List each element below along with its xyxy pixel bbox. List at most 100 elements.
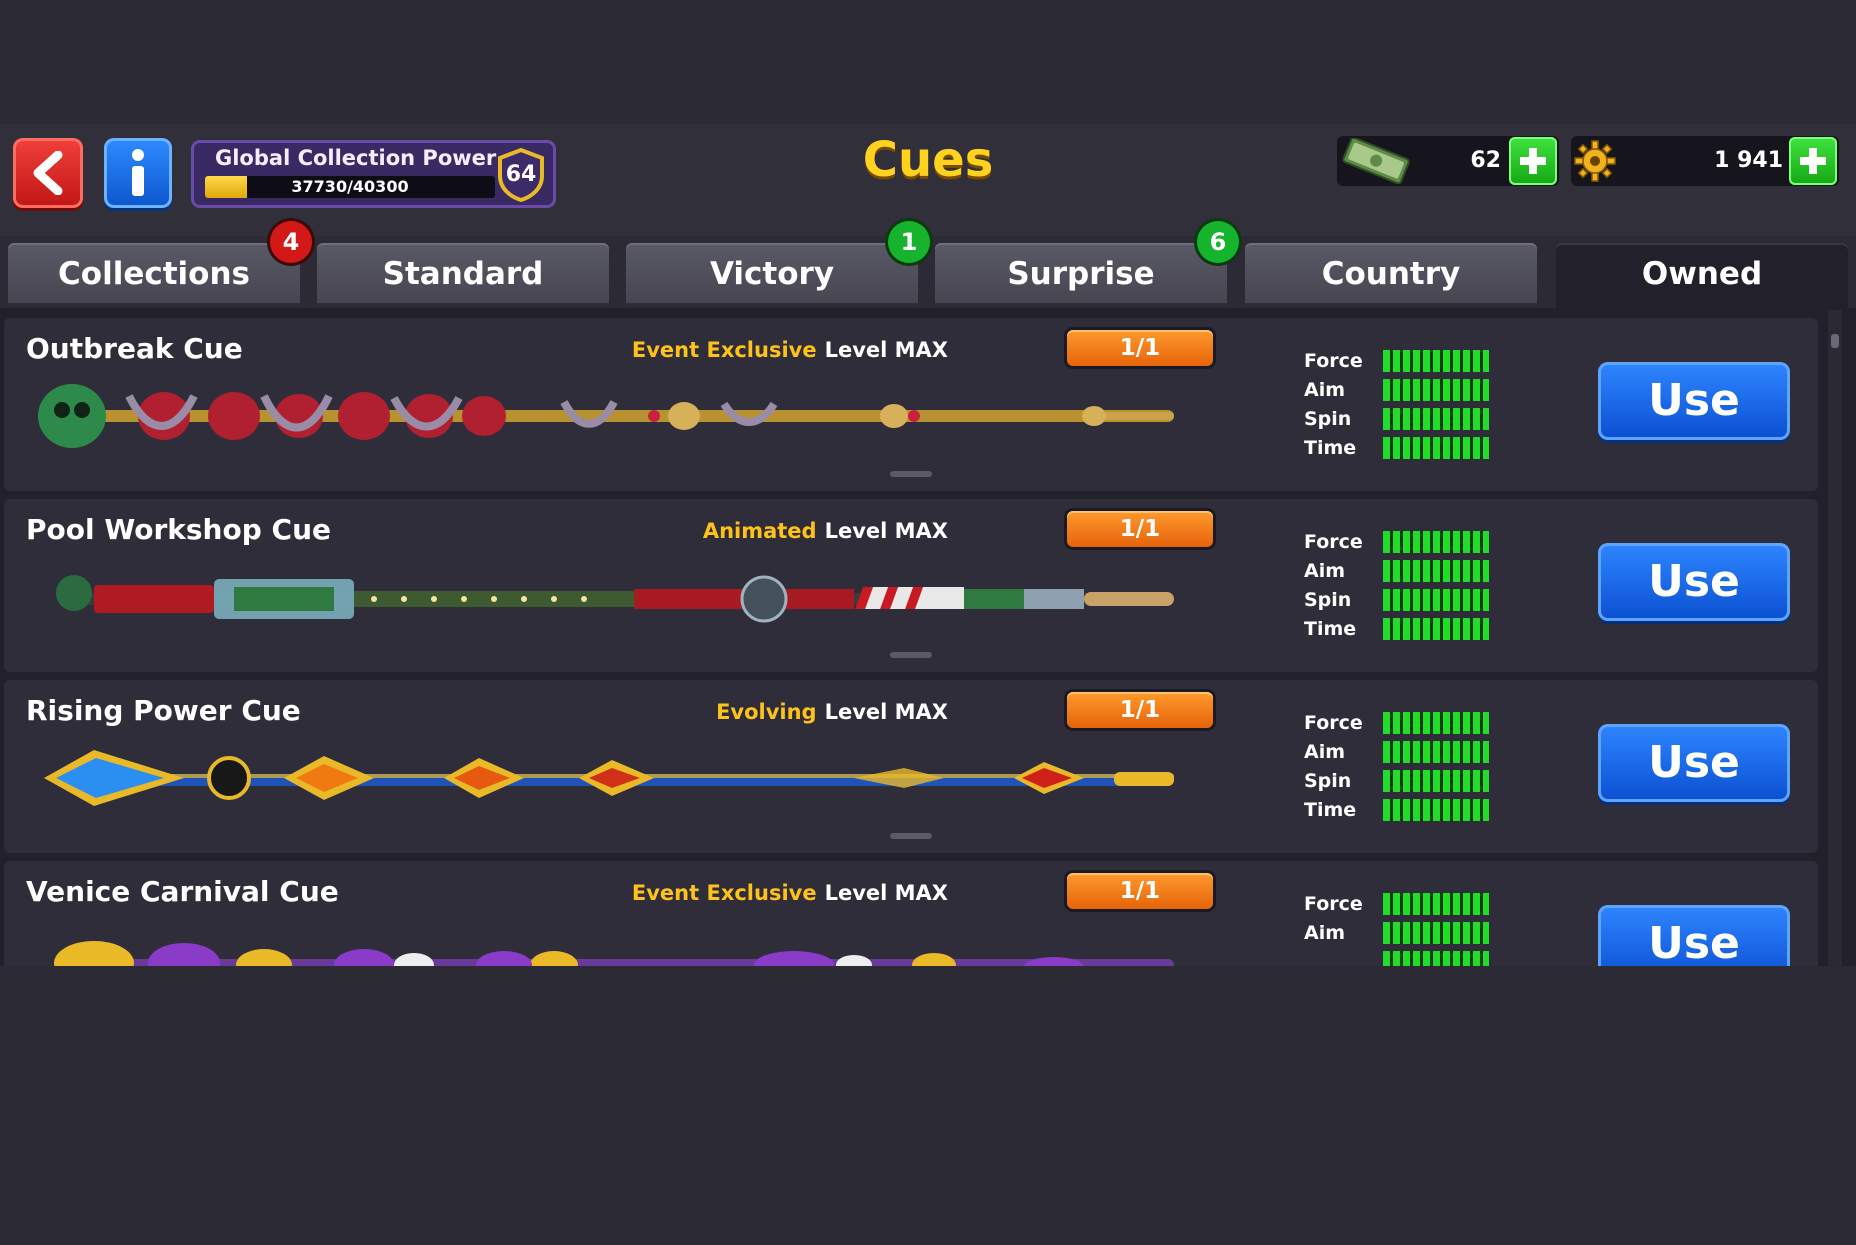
cue-count-badge: 1/1 <box>1067 330 1213 366</box>
stat-spin: Spin <box>1304 768 1504 797</box>
cue-stats: Force Aim Spin Time <box>1304 710 1504 826</box>
tab-collections[interactable]: Collections 4 <box>8 221 312 306</box>
scrollbar[interactable] <box>1828 310 1842 966</box>
drag-handle <box>890 652 932 658</box>
tab-label: Victory <box>709 256 835 292</box>
cue-stats: Force Aim Spin Time <box>1304 529 1504 645</box>
use-button[interactable]: Use <box>1598 362 1790 440</box>
tab-owned[interactable]: Owned <box>1556 243 1848 311</box>
tab-label: Owned <box>1641 256 1763 292</box>
stat-label: Spin <box>1304 770 1352 792</box>
cue-count-badge: 1/1 <box>1067 692 1213 728</box>
stat-label: Force <box>1304 893 1363 915</box>
cue-image-venice-carnival <box>54 941 1174 966</box>
cue-name: Pool Workshop Cue <box>26 513 331 546</box>
tab-surprise[interactable]: Surprise 6 <box>935 221 1239 306</box>
use-button[interactable]: Use <box>1598 543 1790 621</box>
stat-label: Spin <box>1304 589 1352 611</box>
stat-bar <box>1383 350 1489 372</box>
cue-image-pool-workshop <box>56 575 1174 623</box>
cue-tags: Event Exclusive Level MAX <box>632 881 948 905</box>
stat-bar <box>1383 799 1489 821</box>
cash-icon <box>1342 138 1410 184</box>
use-button[interactable]: Use <box>1598 724 1790 802</box>
stat-bar <box>1383 893 1489 915</box>
cue-name: Rising Power Cue <box>26 694 301 727</box>
stat-label: Aim <box>1304 560 1346 582</box>
tab-country[interactable]: Country <box>1245 243 1537 306</box>
tab-label: Country <box>1321 256 1461 292</box>
stat-bar <box>1383 951 1489 966</box>
cue-level: Level MAX <box>824 519 948 543</box>
use-button[interactable]: Use <box>1598 905 1790 966</box>
cue-list[interactable]: Outbreak Cue Event Exclusive Level MAX 1/… <box>0 308 1856 966</box>
drag-handle <box>890 833 932 839</box>
plus-icon <box>1800 148 1826 174</box>
stat-label: Aim <box>1304 741 1346 763</box>
cue-name: Outbreak Cue <box>26 332 243 365</box>
add-cash-button[interactable] <box>1509 137 1557 185</box>
tab-label: Collections <box>58 256 250 292</box>
collection-power-bar: 37730/40300 <box>205 176 495 198</box>
cue-count-badge: 1/1 <box>1067 511 1213 547</box>
stat-label: Aim <box>1304 379 1346 401</box>
cue-special-tag: Event Exclusive <box>631 881 817 905</box>
stat-label: Force <box>1304 712 1363 734</box>
stat-bar <box>1383 712 1489 734</box>
cue-tags: Animated Level MAX <box>703 519 948 543</box>
stat-bar <box>1383 618 1489 640</box>
stat-label: Aim <box>1304 922 1346 944</box>
stat-bar <box>1383 408 1489 430</box>
cue-stats: Force Aim Spin Time <box>1304 348 1504 464</box>
tab-label: Standard <box>382 256 544 292</box>
stat-bar <box>1383 560 1489 582</box>
cue-level: Level MAX <box>824 338 948 362</box>
collection-power-value: 37730/40300 <box>291 177 409 196</box>
notification-badge: 1 <box>888 221 930 263</box>
cue-special-tag: Evolving <box>716 700 817 724</box>
stat-label: Time <box>1304 437 1357 459</box>
collection-level: 64 <box>505 162 537 187</box>
cue-image-rising-power <box>44 750 1174 806</box>
cash-balance: 62 <box>1337 136 1559 186</box>
tab-standard[interactable]: Standard <box>317 243 609 306</box>
coin-amount: 1 941 <box>1714 148 1783 173</box>
global-collection-power[interactable]: Global Collection Power 37730/40300 64 <box>191 140 556 208</box>
info-button[interactable] <box>104 138 172 208</box>
collection-power-label: Global Collection Power <box>215 146 497 170</box>
drag-handle <box>890 471 932 477</box>
cue-stats: Force Aim <box>1304 891 1504 966</box>
cue-special-tag: Event Exclusive <box>631 338 817 362</box>
tab-victory[interactable]: Victory 1 <box>626 221 930 306</box>
cue-count-badge: 1/1 <box>1067 873 1213 909</box>
stat-force: Force <box>1304 529 1504 558</box>
stat-bar <box>1383 531 1489 553</box>
stat-aim: Aim <box>1304 377 1504 406</box>
stat-force: Force <box>1304 891 1504 920</box>
collection-level-badge: 64 <box>496 148 546 202</box>
stat-aim: Aim <box>1304 558 1504 587</box>
stat-bar <box>1383 589 1489 611</box>
page-title: Cues <box>862 132 994 188</box>
category-tabs: Collections 4 Standard Victory 1 Surpris… <box>0 221 1856 311</box>
stat-label: Time <box>1304 799 1357 821</box>
stat-label: Force <box>1304 350 1363 372</box>
cue-tags: Event Exclusive Level MAX <box>632 338 948 362</box>
stat-bar <box>1383 741 1489 763</box>
back-button[interactable] <box>13 138 83 208</box>
plus-icon <box>1520 148 1546 174</box>
stat-time: Time <box>1304 797 1504 826</box>
stat-force: Force <box>1304 710 1504 739</box>
cue-card-rising-power: Rising Power Cue Evolving Level MAX 1/1 F… <box>4 680 1818 853</box>
notification-badge: 6 <box>1197 221 1239 263</box>
chevron-left-icon <box>33 151 63 195</box>
add-coins-button[interactable] <box>1789 137 1837 185</box>
cue-name: Venice Carnival Cue <box>26 875 339 908</box>
cue-card-outbreak: Outbreak Cue Event Exclusive Level MAX 1/… <box>4 318 1818 491</box>
tab-label: Surprise <box>1007 256 1155 292</box>
stat-time: Time <box>1304 616 1504 645</box>
cue-card-pool-workshop: Pool Workshop Cue Animated Level MAX 1/1 … <box>4 499 1818 672</box>
scrollbar-thumb[interactable] <box>1831 334 1839 348</box>
stat-label: Time <box>1304 618 1357 640</box>
cue-image-outbreak <box>38 384 1174 448</box>
